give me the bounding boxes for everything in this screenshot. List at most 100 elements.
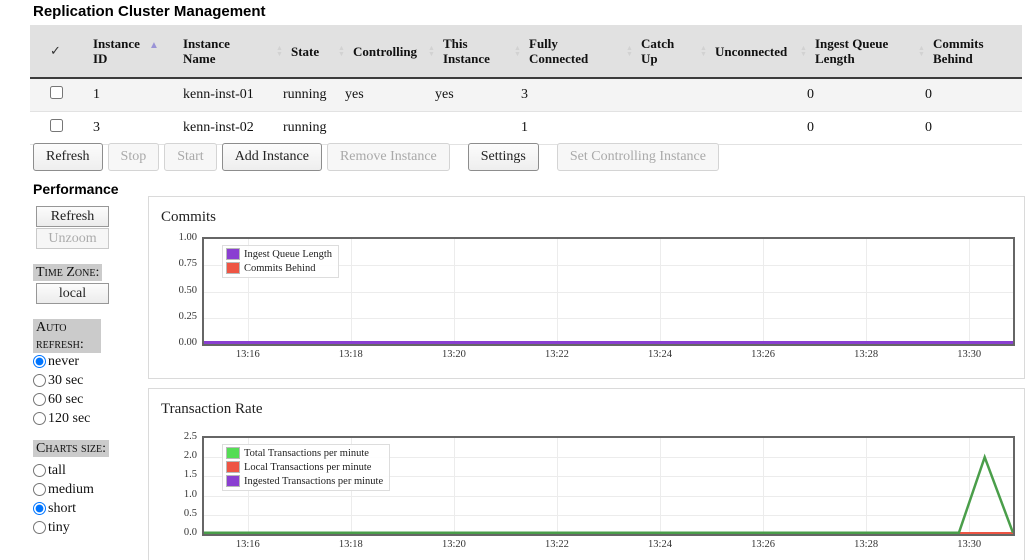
instances-table-wrap: ✓ Instance ID ▲ Instance Name ▲ ▼ State ▲ ▼ Con…: [30, 25, 1022, 145]
column-header-instance_id[interactable]: Instance ID ▲: [85, 25, 175, 79]
radio-auto-refresh-60-sec[interactable]: [33, 393, 46, 406]
x-tick-label: 13:30: [957, 349, 982, 360]
cell-unconnected: [699, 111, 799, 145]
legend-entry: Commits Behind: [226, 261, 332, 275]
x-tick-label: 13:16: [235, 349, 260, 360]
checkmark-icon: ✓: [50, 44, 61, 59]
radio-auto-refresh-never[interactable]: [33, 355, 46, 368]
x-tick-label: 13:20: [441, 539, 466, 550]
radio-label-120-sec[interactable]: 120 sec: [48, 411, 90, 427]
sort-arrows-icon: ▲ ▼: [514, 44, 521, 58]
column-header-controlling[interactable]: ▲ ▼ Controlling: [337, 25, 427, 79]
row-select-cell: [30, 78, 85, 112]
y-tick-label: 0.25: [178, 310, 197, 322]
performance-refresh-button[interactable]: Refresh: [36, 206, 109, 227]
column-header-this_instance[interactable]: ▲ ▼ This Instance: [427, 25, 513, 79]
cell-fully_connected: 3: [513, 78, 625, 112]
cell-commits_behind: 0: [917, 111, 1022, 145]
legend-label: Total Transactions per minute: [244, 447, 369, 459]
column-header-state[interactable]: ▲ ▼ State: [275, 25, 337, 79]
row-checkbox[interactable]: [50, 86, 63, 99]
radio-label-medium[interactable]: medium: [48, 482, 94, 498]
add-instance-button[interactable]: Add Instance: [221, 143, 322, 171]
column-header-commits_behind[interactable]: ▲ ▼ Commits Behind: [917, 25, 1022, 79]
column-header-unconnected[interactable]: ▲ ▼ Unconnected: [699, 25, 799, 79]
page-title: Replication Cluster Management: [33, 3, 266, 20]
performance-heading: Performance: [33, 181, 119, 197]
y-tick-label: 0.0: [183, 527, 197, 538]
cell-unconnected: [699, 78, 799, 112]
chart-legend: Total Transactions per minute Local Trans…: [222, 444, 391, 491]
radio-row: tiny: [33, 518, 94, 537]
cell-instance_name: kenn-inst-02: [175, 111, 275, 145]
radio-charts-size-tiny[interactable]: [33, 521, 46, 534]
sort-arrows-icon: ▲ ▼: [918, 44, 925, 58]
auto-refresh-options: never 30 sec 60 sec 120 sec: [33, 352, 90, 428]
column-header-catch_up[interactable]: ▲ ▼ Catch Up: [625, 25, 699, 79]
radio-label-never[interactable]: never: [48, 354, 79, 370]
time-zone-button[interactable]: local: [36, 283, 109, 304]
radio-row: 60 sec: [33, 390, 90, 409]
radio-charts-size-medium[interactable]: [33, 483, 46, 496]
radio-auto-refresh-30-sec[interactable]: [33, 374, 46, 387]
cell-instance_name: kenn-inst-01: [175, 78, 275, 112]
row-checkbox[interactable]: [50, 119, 63, 132]
sort-arrows-icon: ▲ ▼: [626, 44, 633, 58]
column-header-fully_connected[interactable]: ▲ ▼ Fully Connected: [513, 25, 625, 79]
radio-row: never: [33, 352, 90, 371]
time-zone-label: Time Zone:: [33, 264, 103, 281]
x-tick-label: 13:26: [751, 539, 776, 550]
transaction-rate-plot[interactable]: Total Transactions per minute Local Trans…: [202, 436, 1015, 536]
x-tick-label: 13:26: [751, 349, 776, 360]
stop-button[interactable]: Stop: [107, 143, 160, 171]
table-row: 3 kenn-inst-02 running 1 0 0: [30, 111, 1022, 145]
legend-swatch: [226, 447, 240, 459]
auto-refresh-label: Auto refresh:: [33, 319, 101, 353]
legend-label: Ingest Queue Length: [244, 248, 333, 260]
sort-arrows-icon: ▲ ▼: [276, 44, 283, 58]
column-header-label: Ingest Queue Length: [815, 36, 889, 66]
radio-label-tall[interactable]: tall: [48, 463, 66, 479]
table-header-row: ✓ Instance ID ▲ Instance Name ▲ ▼ State ▲ ▼ Con…: [30, 25, 1022, 79]
cell-fully_connected: 1: [513, 111, 625, 145]
cell-commits_behind: 0: [917, 78, 1022, 112]
radio-label-60-sec[interactable]: 60 sec: [48, 392, 83, 408]
column-header-ingest_queue_length[interactable]: ▲ ▼ Ingest Queue Length: [799, 25, 917, 79]
radio-charts-size-tall[interactable]: [33, 464, 46, 477]
unzoom-button[interactable]: Unzoom: [36, 228, 109, 249]
radio-row: medium: [33, 480, 94, 499]
table-row: 1 kenn-inst-01 running yes yes 3 0 0: [30, 78, 1022, 112]
set-controlling-instance-button[interactable]: Set Controlling Instance: [556, 143, 719, 171]
remove-instance-button[interactable]: Remove Instance: [326, 143, 450, 171]
cell-state: running: [275, 111, 337, 145]
radio-label-30-sec[interactable]: 30 sec: [48, 373, 83, 389]
legend-entry: Local Transactions per minute: [226, 460, 383, 474]
cell-this_instance: [427, 111, 513, 145]
transaction-rate-chart-panel: Transaction Rate Total Transactions per …: [148, 388, 1025, 560]
instances-table: ✓ Instance ID ▲ Instance Name ▲ ▼ State ▲ ▼ Con…: [30, 25, 1022, 145]
start-button[interactable]: Start: [164, 143, 217, 171]
column-header-select: ✓: [30, 25, 85, 79]
radio-row: 120 sec: [33, 409, 90, 428]
charts-size-options: tall medium short tiny: [33, 461, 94, 537]
refresh-button[interactable]: Refresh: [33, 143, 103, 171]
radio-label-short[interactable]: short: [48, 501, 76, 517]
cluster-toolbar: Refresh Stop Start Add Instance Remove Insta…: [33, 143, 724, 171]
transaction-rate-chart-title: Transaction Rate: [161, 401, 263, 417]
y-tick-label: 1.0: [183, 488, 197, 500]
settings-button[interactable]: Settings: [467, 143, 539, 171]
commits-plot[interactable]: Ingest Queue Length Commits Behind: [202, 237, 1015, 346]
x-tick-label: 13:24: [648, 539, 672, 550]
y-tick-label: 0.00: [178, 337, 197, 348]
radio-charts-size-short[interactable]: [33, 502, 46, 515]
legend-entry: Ingested Transactions per minute: [226, 474, 383, 488]
y-tick-label: 2.5: [183, 431, 197, 442]
radio-auto-refresh-120-sec[interactable]: [33, 412, 46, 425]
x-tick-label: 13:28: [854, 349, 879, 360]
column-header-instance_name[interactable]: Instance Name: [175, 25, 275, 79]
x-tick-label: 13:18: [338, 349, 363, 360]
radio-label-tiny[interactable]: tiny: [48, 520, 70, 536]
column-header-label: State: [291, 44, 320, 60]
column-header-label: Instance ID: [93, 36, 140, 66]
sort-asc-icon: ▲: [149, 40, 159, 51]
